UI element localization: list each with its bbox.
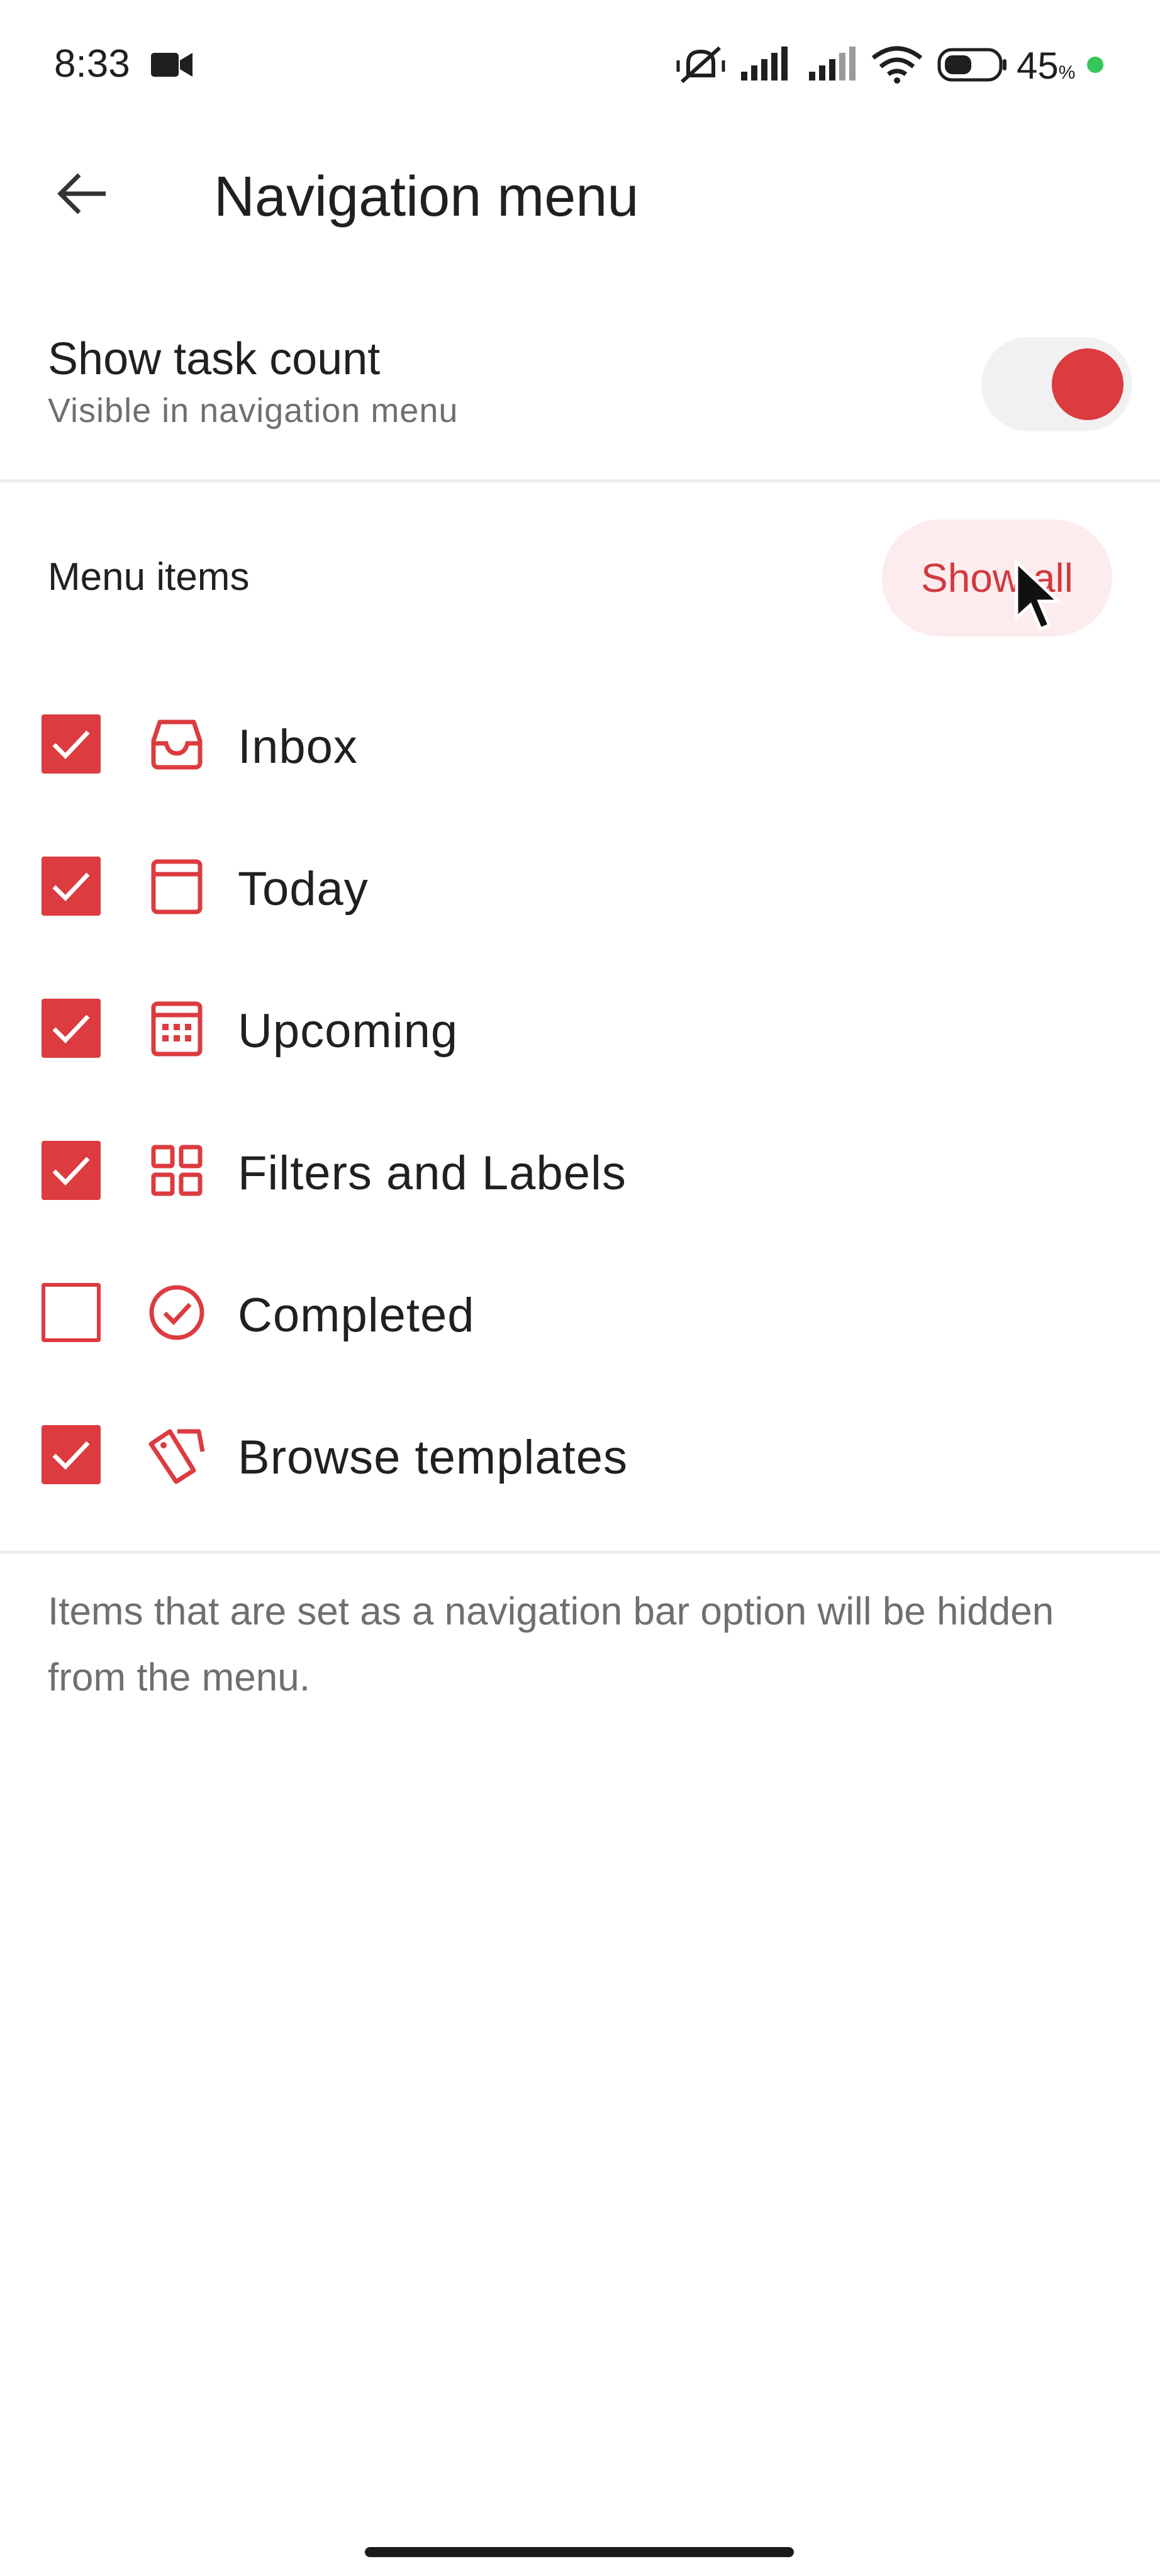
show-all-button[interactable]: Show all: [882, 519, 1112, 636]
calendar-icon: [151, 1001, 203, 1057]
inbox-icon: [151, 719, 203, 770]
menu-item-upcoming[interactable]: Upcoming: [0, 972, 1160, 1085]
page-title: Navigation menu: [214, 165, 639, 228]
divider: [0, 479, 1160, 482]
status-bar: 8:33 45%: [0, 0, 1160, 126]
footnote-text: Items that are set as a navigation bar o…: [48, 1590, 1054, 1699]
checkbox[interactable]: [42, 999, 101, 1058]
checkmark-icon: [52, 1441, 90, 1470]
checkmark-icon: [52, 1014, 90, 1044]
arrow-left-icon[interactable]: [50, 162, 113, 225]
checkbox[interactable]: [42, 1141, 101, 1200]
checkbox[interactable]: [42, 714, 101, 774]
signal-icon: [741, 47, 788, 80]
templates-icon: [148, 1429, 205, 1484]
task-count-toggle[interactable]: [981, 337, 1132, 431]
checkbox[interactable]: [42, 1425, 101, 1484]
home-indicator[interactable]: [365, 2547, 794, 2557]
today-icon: [151, 859, 203, 914]
battery-percent: 45%: [1017, 45, 1076, 87]
wifi-icon: [871, 46, 923, 84]
menu-item-browse-templates[interactable]: Browse templates: [0, 1399, 1160, 1512]
status-time: 8:33: [54, 42, 130, 86]
checkbox[interactable]: [42, 857, 101, 916]
check-circle-icon: [149, 1285, 204, 1340]
menu-item-inbox[interactable]: Inbox: [0, 688, 1160, 801]
filters-grid-icon: [151, 1145, 203, 1196]
checkmark-icon: [52, 872, 90, 902]
menu-item-label: Upcoming: [238, 1004, 459, 1058]
mouse-cursor-icon: [1015, 560, 1062, 631]
menu-item-label: Completed: [238, 1289, 475, 1342]
divider: [0, 1551, 1160, 1554]
task-count-title: Show task count: [48, 334, 381, 384]
menu-item-label: Filters and Labels: [238, 1146, 627, 1200]
menu-item-filters-labels[interactable]: Filters and Labels: [0, 1114, 1160, 1228]
mute-vibrate-icon: [676, 46, 725, 84]
charging-dot-icon: [1087, 57, 1103, 73]
menu-item-label: Today: [238, 862, 369, 916]
signal-icon: [809, 47, 856, 80]
menu-item-label: Browse templates: [238, 1431, 628, 1484]
checkmark-icon: [52, 1157, 90, 1186]
menu-items-header: Menu items: [48, 555, 250, 599]
video-camera-icon: [151, 53, 192, 77]
checkbox[interactable]: [42, 1283, 101, 1342]
menu-item-today[interactable]: Today: [0, 830, 1160, 943]
task-count-subtitle: Visible in navigation menu: [48, 392, 459, 430]
task-count-setting[interactable]: Show task count Visible in navigation me…: [0, 327, 1160, 472]
menu-item-label: Inbox: [238, 720, 358, 774]
toggle-knob: [1052, 348, 1124, 420]
menu-item-completed[interactable]: Completed: [0, 1257, 1160, 1370]
checkmark-icon: [52, 730, 90, 760]
battery-icon: [937, 48, 1007, 82]
